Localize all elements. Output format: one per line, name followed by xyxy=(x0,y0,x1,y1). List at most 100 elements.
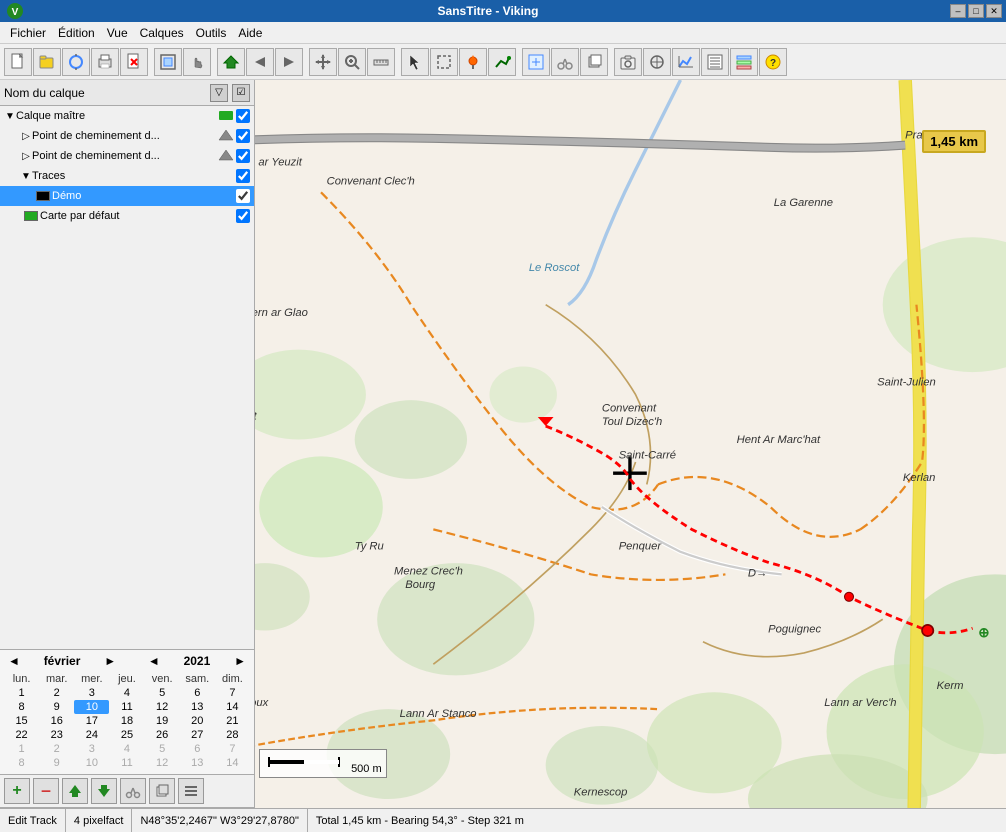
cal-day-next-2[interactable]: 2 xyxy=(39,742,74,756)
cal-day-15[interactable]: 15 xyxy=(4,714,39,728)
cal-day-19[interactable]: 19 xyxy=(145,714,180,728)
tree-item-demo[interactable]: Démo xyxy=(0,186,254,206)
cal-day-26[interactable]: 26 xyxy=(145,728,180,742)
cal-day-next-3[interactable]: 3 xyxy=(74,742,109,756)
cal-day-next-13[interactable]: 13 xyxy=(180,756,215,770)
goto-home-button[interactable] xyxy=(217,48,245,76)
cal-day-24[interactable]: 24 xyxy=(74,728,109,742)
cal-day-25[interactable]: 25 xyxy=(109,728,144,742)
cal-day-14[interactable]: 14 xyxy=(215,700,250,714)
cal-day-4[interactable]: 4 xyxy=(109,686,144,700)
tree-item-carte-defaut[interactable]: Carte par défaut xyxy=(0,206,254,226)
new-route-button[interactable] xyxy=(488,48,516,76)
cal-day-23[interactable]: 23 xyxy=(39,728,74,742)
tree-item-calque-maitre[interactable]: ▼ Calque maître xyxy=(0,106,254,126)
waypoint-list-button[interactable] xyxy=(701,48,729,76)
tree-toggle-point2[interactable]: ▷ xyxy=(20,150,32,162)
cut-features-button[interactable] xyxy=(551,48,579,76)
layer-header-btn1[interactable]: ▽ xyxy=(210,84,228,102)
new-waypoint-button[interactable] xyxy=(459,48,487,76)
zoom-layer-button[interactable] xyxy=(522,48,550,76)
cal-day-27[interactable]: 27 xyxy=(180,728,215,742)
new-button[interactable] xyxy=(4,48,32,76)
cal-day-21[interactable]: 21 xyxy=(215,714,250,728)
layer-properties-button[interactable] xyxy=(178,778,204,804)
forward-button[interactable] xyxy=(275,48,303,76)
cal-day-next-8[interactable]: 8 xyxy=(4,756,39,770)
back-button[interactable] xyxy=(246,48,274,76)
maximize-button[interactable]: □ xyxy=(968,4,984,18)
cal-day-28[interactable]: 28 xyxy=(215,728,250,742)
cal-day-1[interactable]: 1 xyxy=(4,686,39,700)
tree-item-traces[interactable]: ▼ Traces xyxy=(0,166,254,186)
tree-check-demo[interactable] xyxy=(236,189,250,203)
cal-day-next-12[interactable]: 12 xyxy=(145,756,180,770)
cal-day-next-11[interactable]: 11 xyxy=(109,756,144,770)
move-layer-up-button[interactable] xyxy=(62,778,88,804)
add-layer-button[interactable]: + xyxy=(4,778,30,804)
cal-day-11[interactable]: 11 xyxy=(109,700,144,714)
tree-toggle-calque-maitre[interactable]: ▼ xyxy=(4,110,16,122)
tree-check-calque-maitre[interactable] xyxy=(236,109,250,123)
move-layer-down-button[interactable] xyxy=(91,778,117,804)
georef-button[interactable] xyxy=(643,48,671,76)
tree-check-point2[interactable] xyxy=(236,149,250,163)
cal-day-next-1[interactable]: 1 xyxy=(4,742,39,756)
minimize-button[interactable]: – xyxy=(950,4,966,18)
close-button[interactable]: ✕ xyxy=(986,4,1002,18)
cal-day-20[interactable]: 20 xyxy=(180,714,215,728)
photo-button[interactable] xyxy=(614,48,642,76)
acquire-button[interactable] xyxy=(62,48,90,76)
cal-day-next-14[interactable]: 14 xyxy=(215,756,250,770)
zoom-fit-button[interactable] xyxy=(154,48,182,76)
edit-rect-button[interactable] xyxy=(430,48,458,76)
remove-layer-button[interactable]: − xyxy=(33,778,59,804)
cal-day-17[interactable]: 17 xyxy=(74,714,109,728)
cal-day-next-6[interactable]: 6 xyxy=(180,742,215,756)
cal-day-16[interactable]: 16 xyxy=(39,714,74,728)
menu-aide[interactable]: Aide xyxy=(232,24,268,42)
cal-day-12[interactable]: 12 xyxy=(145,700,180,714)
cal-day-next-7[interactable]: 7 xyxy=(215,742,250,756)
move-tool-button[interactable] xyxy=(309,48,337,76)
cal-day-next-5[interactable]: 5 xyxy=(145,742,180,756)
layer-list-button[interactable] xyxy=(730,48,758,76)
menu-edition[interactable]: Édition xyxy=(52,24,101,42)
cal-day-13[interactable]: 13 xyxy=(180,700,215,714)
tree-item-point-chemin-2[interactable]: ▷ Point de cheminement d... xyxy=(0,146,254,166)
menu-calques[interactable]: Calques xyxy=(134,24,190,42)
cal-day-9[interactable]: 9 xyxy=(39,700,74,714)
cal-day-next-9[interactable]: 9 xyxy=(39,756,74,770)
info-button[interactable]: ? xyxy=(759,48,787,76)
next-year-button[interactable]: ► xyxy=(230,654,250,668)
ruler-button[interactable] xyxy=(367,48,395,76)
cal-day-10[interactable]: 10 xyxy=(74,700,109,714)
tree-item-point-chemin-1[interactable]: ▷ Point de cheminement d... xyxy=(0,126,254,146)
cal-day-next-10[interactable]: 10 xyxy=(74,756,109,770)
cal-day-6[interactable]: 6 xyxy=(180,686,215,700)
copy-layer-button[interactable] xyxy=(149,778,175,804)
menu-fichier[interactable]: Fichier xyxy=(4,24,52,42)
select-button[interactable] xyxy=(401,48,429,76)
open-button[interactable] xyxy=(33,48,61,76)
tree-check-point1[interactable] xyxy=(236,129,250,143)
print-button[interactable] xyxy=(91,48,119,76)
next-month-button[interactable]: ► xyxy=(100,654,120,668)
tree-toggle-traces[interactable]: ▼ xyxy=(20,170,32,182)
cal-day-18[interactable]: 18 xyxy=(109,714,144,728)
cal-day-3[interactable]: 3 xyxy=(74,686,109,700)
cal-day-7[interactable]: 7 xyxy=(215,686,250,700)
cal-day-22[interactable]: 22 xyxy=(4,728,39,742)
cut-layer-button[interactable] xyxy=(120,778,146,804)
prev-year-button[interactable]: ◄ xyxy=(144,654,164,668)
tree-toggle-point1[interactable]: ▷ xyxy=(20,130,32,142)
menu-outils[interactable]: Outils xyxy=(190,24,233,42)
track-graph-button[interactable] xyxy=(672,48,700,76)
close-layer-button[interactable] xyxy=(120,48,148,76)
cal-day-8[interactable]: 8 xyxy=(4,700,39,714)
hand-tool-button[interactable] xyxy=(183,48,211,76)
prev-month-button[interactable]: ◄ xyxy=(4,654,24,668)
cal-day-5[interactable]: 5 xyxy=(145,686,180,700)
copy-viewport-button[interactable] xyxy=(580,48,608,76)
zoom-in-button[interactable] xyxy=(338,48,366,76)
